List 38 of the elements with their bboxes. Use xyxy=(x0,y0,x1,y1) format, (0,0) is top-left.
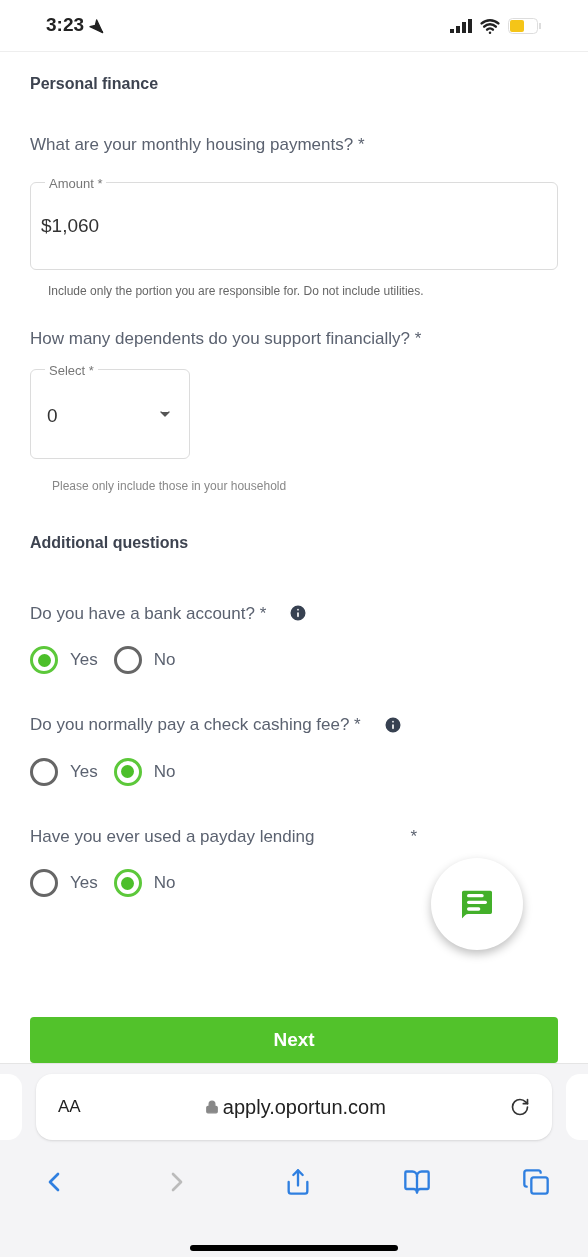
lock-icon xyxy=(204,1100,219,1114)
radio-option[interactable]: Yes xyxy=(30,646,98,674)
battery-icon xyxy=(508,17,542,34)
chat-button[interactable] xyxy=(431,858,523,950)
location-arrow-icon xyxy=(88,17,105,34)
radio-option[interactable]: No xyxy=(113,869,176,897)
address-bar[interactable]: AA apply.oportun.com xyxy=(36,1074,552,1140)
reload-icon[interactable] xyxy=(510,1097,530,1117)
radio-option[interactable]: No xyxy=(113,646,176,674)
signal-icon xyxy=(450,18,472,33)
url-text: apply.oportun.com xyxy=(222,1095,386,1120)
radio-button[interactable] xyxy=(113,869,142,897)
required-mark: * xyxy=(410,825,418,848)
radio-button[interactable] xyxy=(30,757,58,786)
radio-button[interactable] xyxy=(30,869,58,897)
helper-text: Please only include those in your household xyxy=(52,477,288,495)
helper-text: Include only the portion you are responsible for. Do not include utilities. xyxy=(48,283,425,298)
question-text: Do you normally pay a check cashing fee? * xyxy=(30,714,361,736)
info-icon[interactable] xyxy=(288,603,309,624)
question-text: Do you have a bank account? * xyxy=(30,602,267,625)
question-text: Have you ever used a payday lending xyxy=(30,825,315,848)
radio-button[interactable] xyxy=(113,757,142,786)
radio-option[interactable]: No xyxy=(113,757,176,786)
radio-option[interactable]: Yes xyxy=(30,757,98,786)
section-title: Additional questions xyxy=(30,532,190,553)
question-text: What are your monthly housing payments? * xyxy=(30,134,366,156)
question-text: How many dependents do you support financially? * xyxy=(30,327,423,350)
radio-button[interactable] xyxy=(113,646,142,674)
text-size-button[interactable]: AA xyxy=(58,1094,81,1120)
info-icon[interactable] xyxy=(382,714,403,735)
select-value: 0 xyxy=(47,404,58,429)
bookmarks-icon[interactable] xyxy=(403,1168,431,1196)
radio-option[interactable]: Yes xyxy=(30,869,98,897)
section-title: Personal finance xyxy=(30,74,160,94)
field-value: $1,060 xyxy=(41,214,100,239)
tabs-icon[interactable] xyxy=(522,1168,550,1196)
status-time: 3:23 xyxy=(46,13,85,38)
radio-button[interactable] xyxy=(30,646,58,674)
